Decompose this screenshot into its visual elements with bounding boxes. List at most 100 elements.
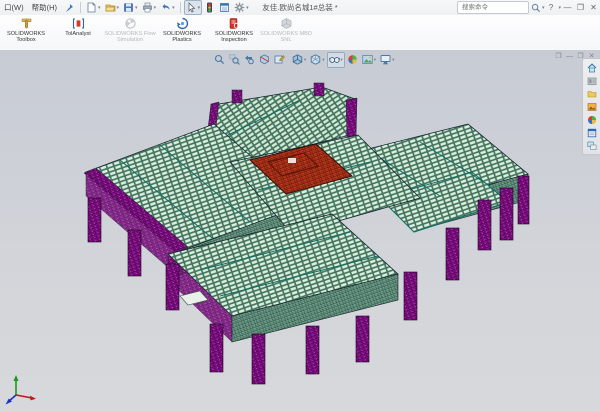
assembly-model-3d[interactable] [0,50,600,412]
design-library-icon [587,76,597,86]
new-file-button[interactable]: ▾ [84,0,103,15]
undo-icon [160,2,171,13]
pin-menu-icon[interactable] [64,3,74,13]
ribbon-button-label: SOLIDWORKS Flow Simulation [104,31,156,43]
solidworks-resources-icon [587,141,597,151]
edit-appearance-button[interactable] [345,52,360,68]
inspection-icon [228,17,241,30]
mbd-icon [280,17,293,30]
graphics-area[interactable]: ▾ ▾ ▾ [0,50,600,412]
save-icon [123,2,134,13]
display-style-button[interactable]: ▾ [308,52,326,68]
plastics-icon [176,17,189,30]
file-properties-icon [219,2,230,13]
menu-help[interactable]: 帮助(H) [28,2,61,13]
close-button[interactable]: ✕ [587,0,600,15]
undo-button[interactable]: ▾ [158,0,177,15]
tolanalyst-button[interactable]: TolAnalyst [52,16,104,48]
hide-show-items-button[interactable]: ▾ [327,52,345,68]
toolbox-icon [20,17,33,30]
annotation-views-icon [274,54,285,65]
edit-appearance-icon [347,54,358,65]
previous-view-icon [244,54,255,65]
dropdown-caret: ▾ [322,57,324,63]
solidworks-window: 口(W) 帮助(H) ▾ ▾ ▾ [0,0,600,412]
select-tool-button[interactable]: ▾ [184,0,203,15]
task-pane-design-library-tab[interactable] [585,75,598,87]
dropdown-caret: ▾ [341,57,343,63]
help-button[interactable]: ? [544,0,557,15]
minimize-button[interactable]: — [561,0,574,15]
solidworks-mbd-snl-button[interactable]: SOLIDWORKS MBD SNL [260,16,312,48]
file-explorer-folder-icon [587,89,597,99]
tolanalyst-icon [72,17,85,30]
apply-scene-button[interactable]: ▾ [360,52,378,68]
task-pane-tabs [582,58,600,155]
dropdown-caret: ▾ [374,57,376,63]
home-icon [587,63,597,73]
options-button[interactable]: ▾ [232,0,251,15]
coordinate-triad [4,374,40,406]
view-settings-button[interactable]: ▾ [378,52,396,68]
display-style-icon [310,54,321,65]
dropdown-caret: ▾ [98,5,101,11]
solidworks-inspection-button[interactable]: SOLIDWORKS Inspection [208,16,260,48]
separator [180,2,181,13]
dropdown-caret: ▾ [392,57,394,63]
print-button[interactable]: ▾ [140,0,159,15]
open-button[interactable]: ▾ [103,0,122,15]
search-icon[interactable] [531,3,541,13]
appearances-icon [587,115,597,125]
section-view-icon [259,54,270,65]
open-icon [105,2,116,13]
task-pane-appearances-tab[interactable] [585,114,598,126]
view-orientation-button[interactable]: ▾ [290,52,308,68]
search-box[interactable] [457,1,529,14]
title-bar: 口(W) 帮助(H) ▾ ▾ ▾ [0,0,600,15]
dropdown-caret: ▾ [304,57,306,63]
task-pane-file-explorer-tab[interactable] [585,88,598,100]
section-view-button[interactable] [257,52,272,68]
doc-window-icon: ❐ [553,51,564,63]
restore-button[interactable]: ❐ [574,0,587,15]
dropdown-caret: ▾ [172,5,175,11]
rebuild-button[interactable] [202,0,217,15]
dropdown-caret: ▾ [135,5,138,11]
command-manager-ribbon: SOLIDWORKS Toolbox TolAnalyst SOLIDWORKS… [0,15,600,51]
select-cursor-icon [186,2,197,13]
menu-window[interactable]: 口(W) [0,2,28,13]
dropdown-caret: ▾ [117,5,120,11]
hide-show-items-icon [329,54,340,65]
search-input[interactable] [460,3,526,12]
ribbon-button-label: SOLIDWORKS Plastics [156,31,208,43]
solidworks-plastics-button[interactable]: SOLIDWORKS Plastics [156,16,208,48]
solidworks-flow-simulation-button[interactable]: SOLIDWORKS Flow Simulation [104,16,156,48]
previous-view-button[interactable] [242,52,257,68]
solidworks-toolbox-button[interactable]: SOLIDWORKS Toolbox [0,16,52,48]
doc-minimize-button[interactable]: — [564,51,575,63]
task-pane-home-tab[interactable] [585,62,598,74]
annotation-views-button[interactable] [272,52,287,68]
task-pane-view-palette-tab[interactable] [585,101,598,113]
save-button[interactable]: ▾ [121,0,140,15]
view-settings-icon [380,54,391,65]
ribbon-button-label: TolAnalyst [65,31,91,37]
new-file-icon [86,2,97,13]
ribbon-button-label: SOLIDWORKS MBD SNL [260,31,312,43]
view-palette-icon [587,102,597,112]
heads-up-view-toolbar: ▾ ▾ ▾ [212,52,396,67]
options-gear-icon [234,2,245,13]
rebuild-traffic-light-icon [204,2,215,13]
dropdown-caret: ▾ [246,5,249,11]
zoom-to-area-icon [229,54,240,65]
dropdown-caret: ▾ [198,5,201,11]
flow-simulation-icon [124,17,137,30]
task-pane-custom-properties-tab[interactable] [585,127,598,139]
zoom-to-area-button[interactable] [227,52,242,68]
file-properties-button[interactable] [217,0,232,15]
print-icon [142,2,153,13]
ribbon-button-label: SOLIDWORKS Toolbox [0,31,52,43]
custom-properties-icon [587,128,597,138]
zoom-to-fit-button[interactable] [212,52,227,68]
task-pane-solidworks-resources-tab[interactable] [585,140,598,152]
